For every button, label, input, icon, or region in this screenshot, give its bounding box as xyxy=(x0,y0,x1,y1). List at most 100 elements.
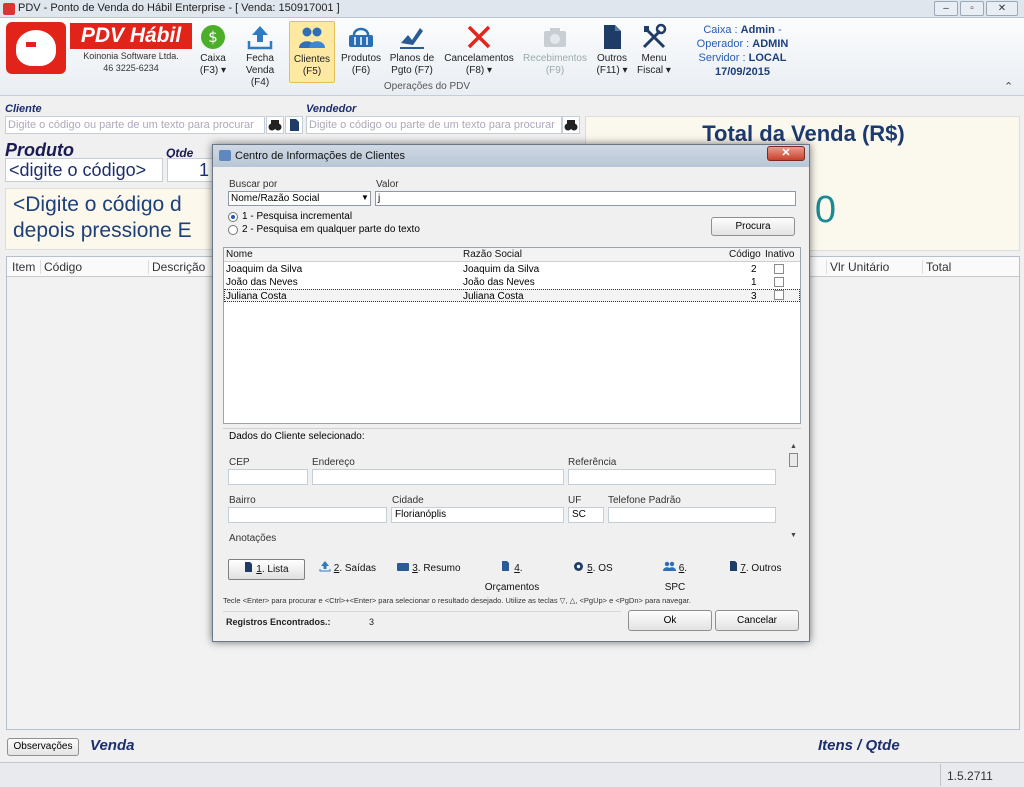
col-codigo: Código xyxy=(40,260,82,274)
cidade-field[interactable]: Florianóplis xyxy=(391,507,564,523)
new-client-document-icon[interactable] xyxy=(285,116,303,134)
referencia-field[interactable] xyxy=(568,469,776,485)
maximize-button[interactable]: ▫ xyxy=(960,1,984,16)
window-title-bar: PDV - Ponto de Venda do Hábil Enterprise… xyxy=(0,0,1024,18)
dialog-title: Centro de Informações de Clientes xyxy=(235,150,405,162)
version-label: 1.5.2711 xyxy=(947,769,993,783)
dialog-title-bar: Centro de Informações de Clientes ✕ xyxy=(213,145,809,167)
app-icon xyxy=(3,3,15,15)
cliente-input[interactable]: Digite o código ou parte de um texto par… xyxy=(5,116,265,134)
clientes-results-list[interactable]: Nome Razão Social Código Inativo Joaquim… xyxy=(223,247,801,424)
ribbon-group-label: Operações do PDV xyxy=(383,81,471,92)
binoculars-icon[interactable] xyxy=(266,116,284,134)
cancelamentos-button[interactable]: Cancelamentos (F8) ▾ xyxy=(444,21,514,83)
document-icon xyxy=(729,561,737,571)
ribbon-toolbar: PDV Hábil Koinonia Software Ltda. 46 322… xyxy=(0,18,1024,96)
buscar-por-select[interactable]: Nome/Razão Social ▼ xyxy=(228,191,371,206)
endereco-label: Endereço xyxy=(312,457,355,468)
col-total: Total xyxy=(922,260,951,274)
tab-resumo[interactable]: 3. Resumo xyxy=(396,559,462,580)
dialog-app-icon xyxy=(219,150,231,161)
uf-field[interactable]: SC xyxy=(568,507,604,523)
uf-label: UF xyxy=(568,495,582,506)
table-row-selected[interactable]: Juliana Costa Juliana Costa 3 xyxy=(224,289,800,302)
radio-pesquisa-incremental[interactable] xyxy=(228,212,238,222)
radio-pesquisa-qualquer-parte[interactable] xyxy=(228,225,238,235)
people-icon xyxy=(298,24,326,52)
people-icon xyxy=(662,561,676,571)
col-nome: Nome xyxy=(226,249,253,260)
planos-pgto-button[interactable]: Planos de Pgto (F7) xyxy=(389,21,435,83)
col-inativo: Inativo xyxy=(765,249,795,260)
tab-outros[interactable]: 7. Outros xyxy=(727,559,783,580)
procura-button[interactable]: Procura xyxy=(711,217,795,236)
basket-icon xyxy=(347,23,375,51)
tab-saidas[interactable]: 2. Saídas xyxy=(315,559,380,580)
ok-button[interactable]: Ok xyxy=(628,610,712,631)
tools-icon xyxy=(640,23,668,51)
inativo-checkbox[interactable] xyxy=(774,290,784,300)
clientes-dialog: Centro de Informações de Clientes ✕ Busc… xyxy=(212,144,810,642)
close-window-button[interactable]: ✕ xyxy=(986,1,1018,16)
produtos-button[interactable]: Produtos (F6) xyxy=(339,21,383,83)
tab-os[interactable]: 5. OS xyxy=(572,559,614,580)
brand-name: PDV Hábil xyxy=(70,23,192,49)
dialog-close-button[interactable]: ✕ xyxy=(767,146,805,161)
scroll-down-icon[interactable]: ▼ xyxy=(788,532,799,539)
telefone-field[interactable] xyxy=(608,507,776,523)
tab-orcamentos[interactable]: 4. Orçamentos xyxy=(473,559,551,593)
svg-text:$: $ xyxy=(208,28,218,46)
registros-label: Registros Encontrados.: xyxy=(226,617,331,627)
inativo-checkbox[interactable] xyxy=(774,277,784,287)
scroll-thumb[interactable] xyxy=(789,453,798,467)
upload-icon xyxy=(319,561,331,572)
clientes-button[interactable]: Clientes (F5) xyxy=(289,21,335,83)
collapse-ribbon-icon[interactable]: ⌃ xyxy=(1004,80,1013,93)
table-row[interactable]: João das Neves João das Neves 1 xyxy=(224,276,800,289)
fecha-venda-button[interactable]: Fecha Venda (F4) xyxy=(236,21,284,88)
col-codigo: Código xyxy=(729,249,761,260)
scroll-up-icon[interactable]: ▲ xyxy=(788,443,799,450)
client-details-panel: Dados do Cliente selecionado: ▲ ▼ CEP En… xyxy=(223,428,801,544)
results-header: Nome Razão Social Código Inativo xyxy=(224,248,800,262)
col-razao-social: Razão Social xyxy=(463,249,522,260)
dollar-icon: $ xyxy=(199,23,227,51)
cancelar-button[interactable]: Cancelar xyxy=(715,610,799,631)
anotacoes-label: Anotações xyxy=(229,533,277,544)
bairro-label: Bairro xyxy=(229,495,256,506)
vendedor-binoculars-icon[interactable] xyxy=(562,116,580,134)
produto-input[interactable]: <digite o código> xyxy=(5,158,163,182)
cep-field[interactable] xyxy=(228,469,308,485)
col-vlr-unitario: Vlr Unitário xyxy=(826,260,889,274)
table-row[interactable]: Joaquim da Silva Joaquim da Silva 2 xyxy=(224,263,800,276)
radio2-label: 2 - Pesquisa em qualquer parte do texto xyxy=(242,224,420,235)
vendedor-label: Vendedor xyxy=(306,103,357,115)
brand-company: Koinonia Software Ltda. xyxy=(83,51,179,61)
menu-fiscal-button[interactable]: Menu Fiscal ▾ xyxy=(634,21,674,83)
minimize-button[interactable]: ‒ xyxy=(934,1,958,16)
tab-spc[interactable]: 6. SPC xyxy=(652,559,698,593)
document-icon xyxy=(245,562,253,572)
camera-icon xyxy=(541,23,569,51)
session-date: 17/09/2015 xyxy=(714,66,771,78)
outros-button[interactable]: Outros (F11) ▾ xyxy=(594,21,630,83)
recebimentos-button[interactable]: Recebimentos (F9) xyxy=(521,21,589,83)
keyboard-icon xyxy=(397,563,410,571)
cidade-label: Cidade xyxy=(392,495,424,506)
help-text: Tecle <Enter> para procurar e <Ctrl>+<En… xyxy=(223,596,691,605)
status-bar: 1.5.2711 xyxy=(0,762,1024,787)
qtde-input[interactable]: 1 xyxy=(167,158,213,182)
valor-input[interactable]: j xyxy=(375,191,796,206)
endereco-field[interactable] xyxy=(312,469,564,485)
radio1-label: 1 - Pesquisa incremental xyxy=(242,211,353,222)
session-info: Caixa : Admin - Operador : ADMIN Servido… xyxy=(696,24,789,78)
hint-panel: <Digite o código d depois pressione E xyxy=(5,188,215,250)
observacoes-button[interactable]: Observações xyxy=(7,738,79,756)
tab-lista[interactable]: 1. Lista xyxy=(228,559,305,580)
inativo-checkbox[interactable] xyxy=(774,264,784,274)
caixa-button[interactable]: $ Caixa (F3) ▾ xyxy=(196,21,230,83)
cliente-label: Cliente xyxy=(5,103,42,115)
bairro-field[interactable] xyxy=(228,507,387,523)
vendedor-input[interactable]: Digite o código ou parte de um texto par… xyxy=(306,116,562,134)
details-scrollbar[interactable]: ▲ ▼ xyxy=(788,443,799,543)
